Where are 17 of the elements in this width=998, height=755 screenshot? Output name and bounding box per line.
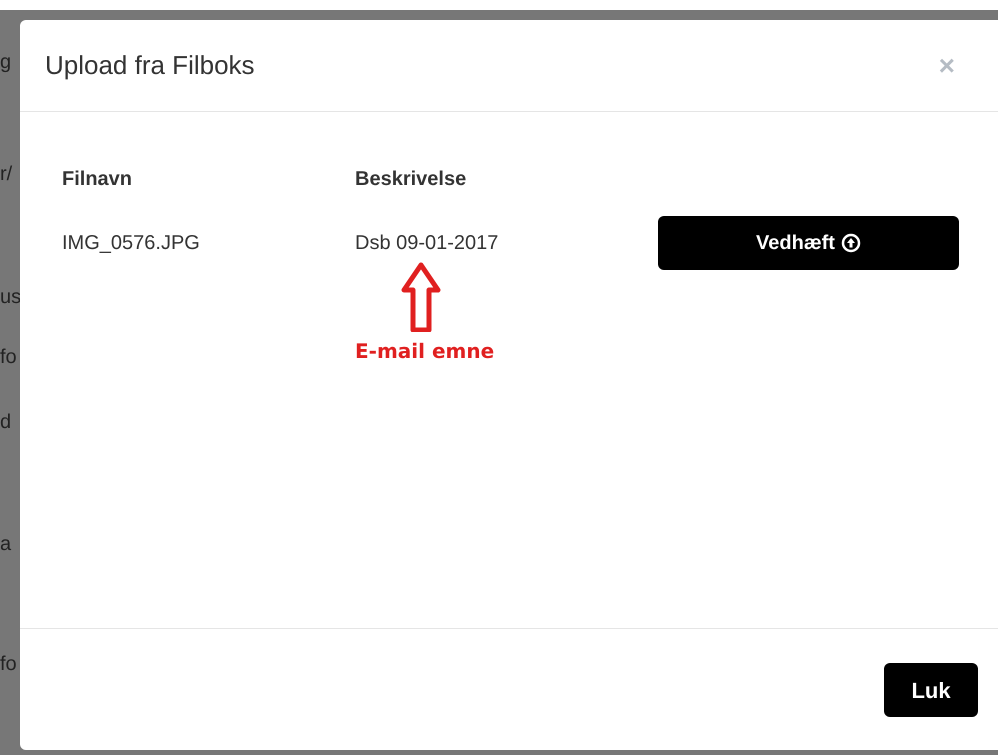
dialog-title: Upload fra Filboks bbox=[45, 49, 255, 82]
column-header: Beskrivelse bbox=[355, 167, 466, 192]
background-text: fo bbox=[0, 652, 17, 676]
arrow-icon bbox=[400, 262, 441, 332]
background-text: us bbox=[0, 285, 22, 309]
background-text: fo bbox=[0, 345, 17, 369]
background-text: d bbox=[0, 410, 12, 434]
attach-button[interactable]: Vedhæft bbox=[658, 216, 959, 270]
file-description: Dsb 09-01-2017 bbox=[355, 231, 500, 256]
background-text: a bbox=[0, 532, 12, 556]
close-dialog-button[interactable]: Luk bbox=[884, 663, 978, 717]
column-header: Filnavn bbox=[62, 167, 134, 192]
background-text: r/ bbox=[0, 162, 12, 186]
annotation-label: E-mail emne bbox=[355, 338, 494, 365]
background-text: g bbox=[0, 50, 12, 74]
file-name: IMG_0576.JPG bbox=[62, 231, 201, 256]
upload-icon bbox=[840, 233, 861, 253]
